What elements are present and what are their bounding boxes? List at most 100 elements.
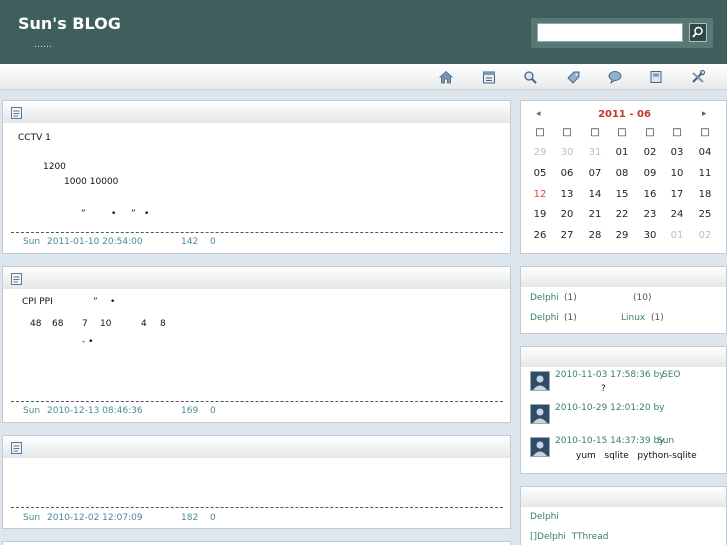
post-text: - •	[82, 337, 94, 347]
calendar-day[interactable]: 29	[528, 147, 552, 158]
calendar-day[interactable]: 11	[693, 168, 717, 179]
category-panel: Delphi (1) (10) Delphi (1) Linux (1)	[520, 266, 727, 334]
calendar-day[interactable]: 14	[583, 189, 607, 200]
post-views: 182	[181, 513, 199, 523]
calendar-day[interactable]: 16	[638, 189, 662, 200]
calendar-title: 2011 - 06	[598, 109, 651, 120]
home-icon[interactable]	[438, 69, 454, 85]
post-author[interactable]: Sun	[23, 513, 40, 523]
search-button[interactable]	[689, 23, 707, 42]
post-separator	[11, 232, 503, 233]
calendar-day[interactable]: 06	[555, 168, 579, 179]
post-text: 8	[160, 319, 166, 329]
post-card: Sun 2010-12-02 12:07:09 182 0	[2, 435, 511, 529]
weekday-label: □	[700, 127, 710, 138]
tag-icon[interactable]	[565, 69, 581, 85]
post-text: •	[144, 209, 150, 219]
weekday-label: □	[645, 127, 655, 138]
calendar-day[interactable]: 02	[693, 230, 717, 241]
post-text: 7	[82, 319, 88, 329]
post-date: 2011-01-10 20:54:00	[47, 237, 143, 247]
calendar-day[interactable]: 01	[665, 230, 689, 241]
post-views: 169	[181, 406, 199, 416]
calendar-day[interactable]: 15	[610, 189, 634, 200]
archive-icon[interactable]	[648, 69, 664, 85]
calendar-day[interactable]: 20	[555, 209, 579, 220]
post-separator	[11, 507, 503, 508]
calendar-day[interactable]: 01	[610, 147, 634, 158]
calendar-day[interactable]: 24	[665, 209, 689, 220]
comment-text[interactable]: yum sqlite python-sqlite	[576, 451, 697, 461]
calendar-day[interactable]: 04	[693, 147, 717, 158]
post-text: ”	[81, 209, 86, 219]
search-input[interactable]	[537, 23, 683, 42]
calendar-day[interactable]: 19	[528, 209, 552, 220]
calendar-day[interactable]: 18	[693, 189, 717, 200]
user-icon	[533, 375, 547, 390]
weekday-label: □	[672, 127, 682, 138]
category-count: (1)	[564, 293, 577, 303]
calendar-day[interactable]: 30	[555, 147, 579, 158]
post-card	[2, 541, 511, 545]
comment-author[interactable]: Sun	[657, 436, 674, 446]
post-comment-count[interactable]: 0	[210, 406, 216, 416]
comment-icon[interactable]	[607, 69, 623, 85]
calendar-day[interactable]: 13	[555, 189, 579, 200]
search-icon[interactable]	[522, 69, 538, 85]
calendar-day[interactable]: 26	[528, 230, 552, 241]
post-text: 10	[100, 319, 112, 329]
post-text: 1200	[43, 162, 66, 172]
calendar-day[interactable]: 31	[583, 147, 607, 158]
user-icon	[533, 441, 547, 456]
comment-author[interactable]: SEO	[662, 370, 680, 380]
post-date: 2010-12-13 08:46:36	[47, 406, 143, 416]
post-comment-count[interactable]: 0	[210, 237, 216, 247]
calendar-day[interactable]: 29	[610, 230, 634, 241]
site-header: Sun's BLOG ……	[0, 0, 727, 64]
recent-comments-header	[521, 347, 726, 367]
post-text: ”	[131, 209, 136, 219]
post-author[interactable]: Sun	[23, 237, 40, 247]
post-views: 142	[181, 237, 199, 247]
calendar-day[interactable]: 25	[693, 209, 717, 220]
calendar-day[interactable]: 21	[583, 209, 607, 220]
calendar-panel: ◂ 2011 - 06 ▸ □ □ □ □ □ □ □ 29 30 31 01 02 03 04 05 06 0…	[520, 100, 727, 254]
calendar-day[interactable]: 05	[528, 168, 552, 179]
recent-post-link[interactable]: Delphi	[530, 512, 559, 522]
avatar	[530, 404, 550, 424]
comment-meta: 2010-11-03 17:58:36 by	[555, 370, 665, 380]
comment-text[interactable]: ?	[601, 384, 606, 394]
post-author[interactable]: Sun	[23, 406, 40, 416]
document-icon	[11, 273, 22, 285]
category-link-linux[interactable]: Linux	[621, 313, 645, 323]
calendar-day[interactable]: 09	[638, 168, 662, 179]
calendar-day[interactable]: 28	[583, 230, 607, 241]
avatar	[530, 371, 550, 391]
category-link-delphi[interactable]: Delphi	[530, 313, 559, 323]
calendar-day[interactable]: 03	[665, 147, 689, 158]
recent-post-link[interactable]: []Delphi TThread	[530, 532, 608, 542]
calendar-day[interactable]: 02	[638, 147, 662, 158]
post-text: 68	[52, 319, 64, 329]
calendar-icon[interactable]	[481, 69, 497, 85]
post-comment-count[interactable]: 0	[210, 513, 216, 523]
category-link-delphi[interactable]: Delphi	[530, 293, 559, 303]
calendar-day[interactable]: 12	[528, 189, 552, 200]
post-text: •	[110, 297, 116, 307]
weekday-label: □	[562, 127, 572, 138]
calendar-day[interactable]: 08	[610, 168, 634, 179]
calendar-day[interactable]: 10	[665, 168, 689, 179]
document-icon	[11, 107, 22, 119]
document-icon	[11, 442, 22, 454]
calendar-day[interactable]: 22	[610, 209, 634, 220]
post-date: 2010-12-02 12:07:09	[47, 513, 143, 523]
calendar-day[interactable]: 23	[638, 209, 662, 220]
calendar-day[interactable]: 07	[583, 168, 607, 179]
calendar-day[interactable]: 17	[665, 189, 689, 200]
recent-posts-panel: Delphi []Delphi TThread	[520, 486, 727, 545]
calendar-day[interactable]: 27	[555, 230, 579, 241]
site-title[interactable]: Sun's BLOG	[18, 14, 121, 33]
calendar-next-button[interactable]: ▸	[702, 109, 707, 119]
calendar-day[interactable]: 30	[638, 230, 662, 241]
tools-icon[interactable]	[690, 69, 706, 85]
